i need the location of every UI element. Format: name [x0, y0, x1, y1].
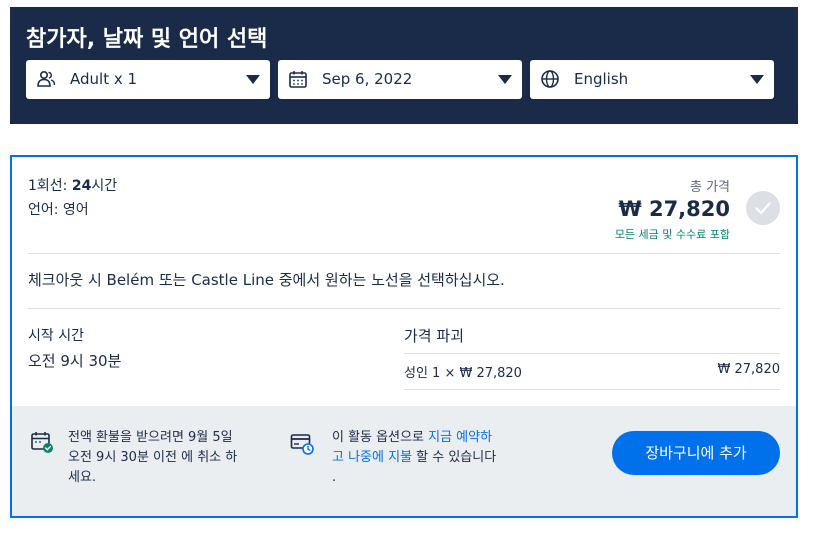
breakdown-row-label: 성인 1 × ₩ 27,820 [404, 366, 522, 381]
activity-option-card[interactable]: 1회선: 24시간 언어: 영어 총 가격 ₩ 27,820 모든 세금 및 수… [10, 155, 798, 518]
globe-icon [541, 70, 559, 88]
header-title: 참가자, 날짜 및 언어 선택 [26, 27, 268, 52]
people-icon [37, 70, 56, 87]
participants-dropdown[interactable]: Adult x 1 [26, 60, 270, 99]
option-footer: 전액 환불을 받으려면 9월 5일 오전 9시 30분 이전 에 취소 하 세요… [12, 406, 796, 516]
divider [28, 308, 780, 309]
calendar-icon [289, 71, 307, 88]
select-option-check[interactable] [746, 191, 780, 225]
total-price-label: 총 가격 [689, 180, 730, 195]
refund-line: 오전 9시 30분 이전 에 취소 하 [68, 450, 238, 465]
credit-card-clock-icon [290, 434, 314, 455]
tax-note: 모든 세금 및 수수료 포함 [614, 228, 730, 241]
check-icon [755, 202, 771, 215]
date-dropdown[interactable]: Sep 6, 2022 [278, 60, 522, 99]
total-price: ₩ 27,820 [618, 197, 730, 221]
pay-later-link[interactable]: 고 나중에 지불 [332, 450, 412, 465]
divider [28, 253, 780, 254]
duration-line: 1회선: 24시간 [28, 175, 117, 195]
reserve-text: 할 수 있습니다 [412, 450, 497, 465]
refund-line: 전액 환불을 받으려면 9월 5일 [68, 430, 233, 445]
start-time-value: 오전 9시 30분 [28, 352, 122, 370]
duration-prefix: 1회선: [28, 178, 72, 194]
divider [404, 389, 780, 390]
chevron-down-icon [750, 75, 764, 84]
breakdown-row-value: ₩ 27,820 [717, 362, 780, 377]
divider [404, 353, 780, 354]
duration-suffix: 시간 [91, 178, 118, 194]
date-label: Sep 6, 2022 [322, 70, 413, 88]
refund-policy-text: 전액 환불을 받으려면 9월 5일 오전 9시 30분 이전 에 취소 하 세요… [68, 428, 278, 488]
chevron-down-icon [498, 75, 512, 84]
language-dropdown[interactable]: English [530, 60, 774, 99]
calendar-check-icon [31, 432, 53, 453]
booking-header: 참가자, 날짜 및 언어 선택 Adult x 1 Sep 6, 2022 En… [10, 7, 798, 124]
participants-label: Adult x 1 [70, 70, 138, 88]
reserve-now-link[interactable]: 지금 예약하 [428, 430, 492, 445]
language-label: English [574, 70, 629, 88]
start-time-label: 시작 시간 [28, 328, 84, 344]
route-selection-note: 체크아웃 시 Belém 또는 Castle Line 중에서 원하는 노선을 … [28, 271, 505, 289]
reserve-text: . [332, 470, 337, 485]
duration-value: 24 [71, 178, 92, 194]
guide-language: 언어: 영어 [28, 202, 89, 218]
add-to-cart-button[interactable]: 장바구니에 추가 [612, 431, 780, 475]
reserve-text: 이 활동 옵션으로 [332, 430, 429, 445]
price-breakdown-title: 가격 파괴 [404, 327, 464, 345]
reserve-now-pay-later-text: 이 활동 옵션으로 지금 예약하 고 나중에 지불 할 수 있습니다 . [332, 428, 582, 488]
refund-line: 세요. [68, 470, 97, 485]
chevron-down-icon [246, 75, 260, 84]
